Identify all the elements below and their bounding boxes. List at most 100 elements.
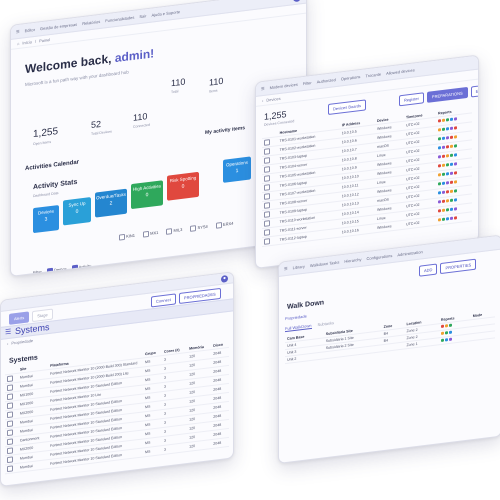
topbar-item[interactable]: Gestão de empresas: [40, 22, 77, 32]
topbar-item[interactable]: Editor: [25, 27, 35, 33]
row-checkbox[interactable]: [7, 438, 13, 446]
menu-icon[interactable]: ☰: [284, 266, 288, 271]
row-checkbox[interactable]: [264, 202, 270, 209]
tile-risk[interactable]: Risk Spotting 0: [167, 171, 199, 201]
row-checkbox[interactable]: [264, 193, 270, 200]
topbar-item[interactable]: Operations: [341, 74, 361, 81]
breadcrumb-item[interactable]: Início: [22, 39, 32, 45]
report-status-icons: [438, 216, 458, 222]
check-item[interactable]: SYS4: [190, 224, 208, 232]
tile-overdue[interactable]: Overdue/Tasks 2: [95, 188, 127, 218]
topbar-item[interactable]: Trocante: [365, 72, 381, 79]
row-checkbox[interactable]: [264, 139, 270, 146]
topbar-item[interactable]: Modern devices: [270, 82, 298, 90]
tile-value: 2: [109, 200, 113, 207]
status-icon: [440, 338, 444, 343]
status-icon: [442, 136, 446, 141]
status-icon: [454, 180, 458, 184]
topbar-item[interactable]: Library: [293, 264, 305, 271]
topbar-item[interactable]: Allowed devices: [386, 67, 415, 76]
row-checkbox[interactable]: [7, 465, 13, 473]
topbar-item[interactable]: Administration: [397, 249, 422, 257]
tab-subtasks[interactable]: Subtasks: [318, 320, 334, 328]
topbar-item[interactable]: Configurations: [367, 253, 393, 261]
status-icon: [442, 118, 446, 123]
tile-operations[interactable]: Operations 1: [223, 156, 251, 183]
row-checkbox[interactable]: [264, 184, 270, 191]
check-item[interactable]: KIN1: [119, 233, 135, 241]
export-icon[interactable]: ⧉: [284, 0, 288, 2]
status-icon: [454, 189, 458, 193]
row-checkbox[interactable]: [7, 420, 13, 428]
filter-option[interactable]: Demos: [46, 266, 67, 275]
row-checkbox[interactable]: [7, 456, 13, 464]
user-avatar[interactable]: ●: [293, 0, 301, 2]
status-icon: [444, 324, 448, 328]
topbar-item[interactable]: Ajuda e Suporte: [151, 9, 180, 18]
topbar-item[interactable]: Relatórios: [82, 19, 100, 26]
row-checkbox[interactable]: [7, 384, 13, 392]
row-checkbox[interactable]: [7, 393, 13, 401]
status-icon: [450, 198, 454, 203]
table-cell: 2048: [213, 440, 222, 446]
row-checkbox[interactable]: [7, 429, 13, 437]
row-checkbox-cell[interactable]: [262, 236, 278, 247]
properties-button[interactable]: PROPERTIES: [440, 258, 477, 275]
status-icon: [442, 199, 446, 204]
stat-items-label: Items: [209, 88, 218, 94]
tab-full-walkdown[interactable]: Full WalkDown: [285, 322, 312, 333]
topbar-item[interactable]: Filter: [303, 80, 312, 86]
home-icon[interactable]: ⌂: [17, 41, 19, 46]
user-avatar[interactable]: ●: [221, 274, 228, 283]
tile-devices[interactable]: Devices 3: [33, 204, 59, 234]
row-checkbox[interactable]: [264, 211, 270, 218]
breadcrumb-item: Painel: [39, 37, 51, 44]
table-cell: [471, 331, 495, 341]
check-item[interactable]: ERX4: [215, 221, 233, 229]
walkdown-breadcrumb[interactable]: Propriedade: [285, 313, 307, 321]
filter-option[interactable]: Activity: [71, 263, 91, 272]
add-button[interactable]: ADD: [419, 263, 438, 277]
row-checkbox[interactable]: [264, 175, 270, 182]
boards-button[interactable]: Devices Boards: [328, 99, 367, 116]
status-icon: [438, 173, 442, 177]
back-icon[interactable]: ‹: [262, 98, 263, 103]
register-button[interactable]: Register: [399, 92, 424, 107]
preparations-button[interactable]: PREPARATIONS: [426, 86, 468, 103]
tile-sync[interactable]: Sync Up 0: [63, 197, 91, 226]
topbar-item[interactable]: Walkdown Tasks: [310, 259, 340, 268]
menu-icon[interactable]: ☰: [5, 328, 11, 337]
status-icon: [438, 218, 442, 222]
row-checkbox[interactable]: [264, 220, 270, 227]
topbar-item[interactable]: Funcionalidades: [105, 15, 134, 24]
topbar-item[interactable]: Hierarchy: [344, 257, 361, 264]
row-checkbox[interactable]: [7, 447, 13, 455]
back-icon[interactable]: ‹: [7, 341, 8, 346]
topbar-item[interactable]: Sair: [139, 13, 146, 19]
menu-icon[interactable]: ☰: [261, 86, 265, 91]
topbar-item[interactable]: Authorized: [317, 77, 336, 84]
row-checkbox[interactable]: [264, 229, 270, 236]
walkdown-window: ☰ Library Walkdown Tasks Hierarchy Confi…: [278, 234, 500, 464]
check-item[interactable]: MX1: [143, 230, 158, 238]
row-checkbox[interactable]: [7, 375, 13, 383]
status-icon: [444, 331, 448, 335]
row-checkbox[interactable]: [7, 402, 13, 410]
systems-window: ● Alerts Stage Connect PROPRIEDADES ☰ Sy…: [0, 271, 234, 487]
check-item[interactable]: MIL3: [166, 227, 182, 235]
row-checkbox[interactable]: [264, 166, 270, 173]
row-checkbox-cell[interactable]: [5, 463, 18, 474]
row-checkbox[interactable]: [264, 238, 270, 245]
row-checkbox[interactable]: [7, 411, 13, 419]
row-checkbox[interactable]: [264, 148, 270, 155]
row-checkbox[interactable]: [264, 157, 270, 164]
tile-high[interactable]: High Activities 0: [131, 180, 163, 210]
expand-button[interactable]: Expand: [470, 83, 479, 98]
status-icon: [442, 154, 446, 159]
table-cell: MS: [145, 449, 151, 455]
menu-icon[interactable]: ☰: [16, 29, 20, 34]
report-status-icons: [440, 330, 452, 336]
welcome-name: admin!: [114, 46, 155, 66]
status-icon: [438, 164, 442, 168]
report-status-icons: [438, 117, 458, 123]
